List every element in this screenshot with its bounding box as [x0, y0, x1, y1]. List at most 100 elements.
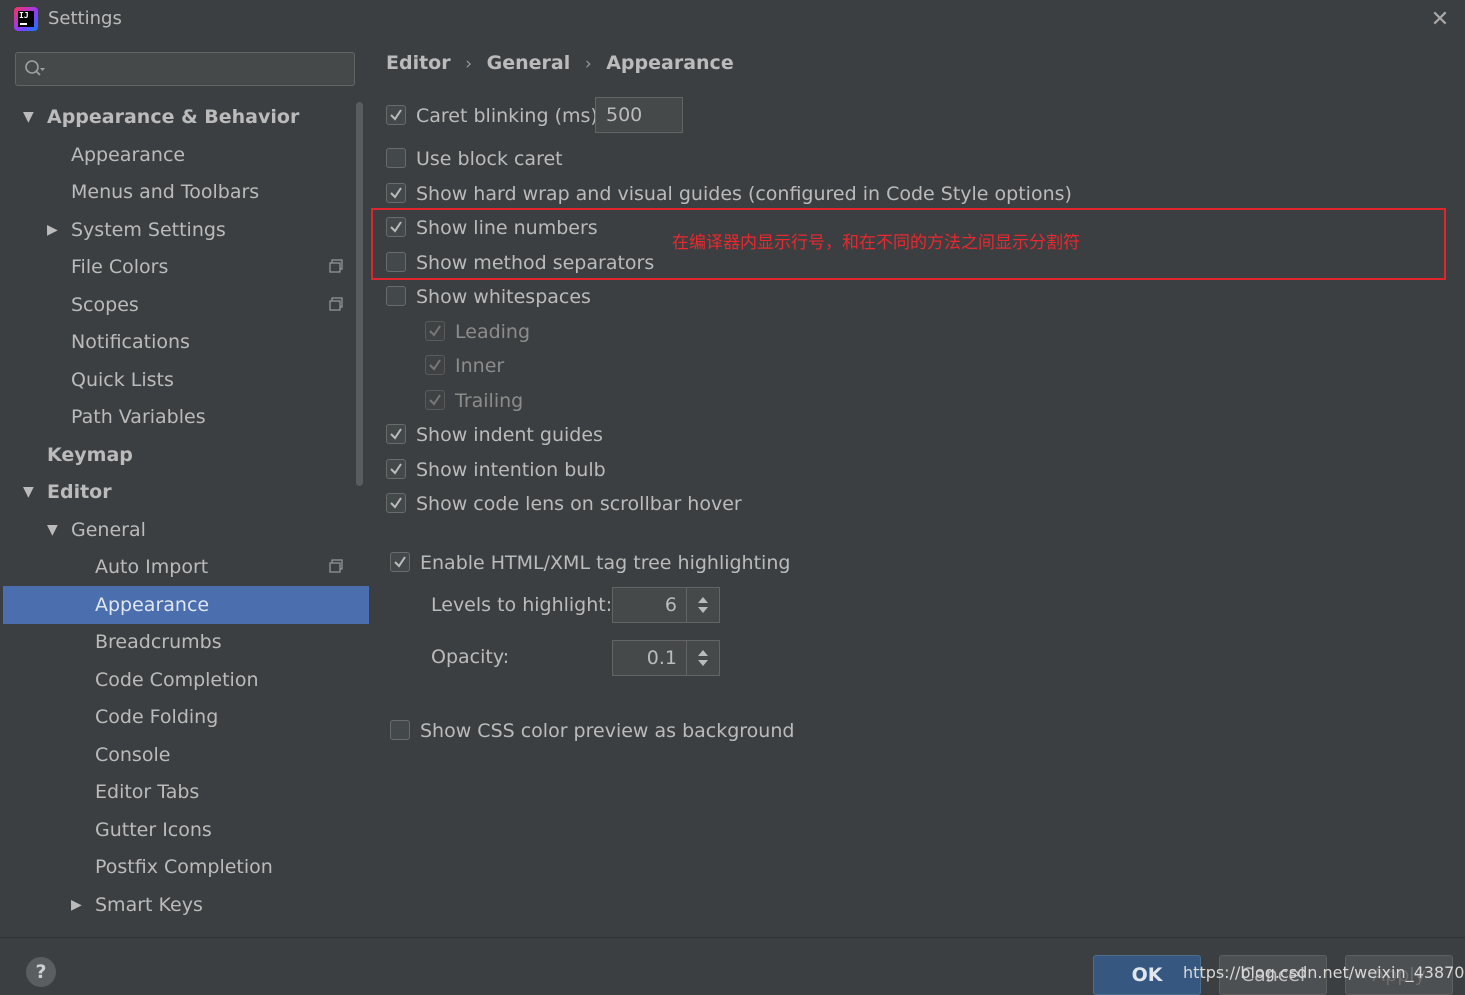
settings-sidebar: ▼ Appearance & Behavior Appearance Menus…: [3, 40, 369, 937]
tree-item-appearance-behavior[interactable]: ▼ Appearance & Behavior: [3, 98, 369, 136]
breadcrumb-item: Editor: [386, 52, 451, 74]
sidebar-scrollbar[interactable]: [356, 102, 363, 486]
block-caret-checkbox[interactable]: [386, 148, 406, 168]
close-icon[interactable]: ✕: [1428, 8, 1452, 32]
tree-item-smart-keys[interactable]: ▶ Smart Keys: [3, 886, 369, 924]
help-button[interactable]: ?: [26, 957, 56, 987]
tree-item-partial[interactable]: F...: [3, 923, 369, 937]
tree-item-label: Code Folding: [95, 706, 219, 728]
tree-item-scopes[interactable]: Scopes: [3, 286, 369, 324]
tree-item-label: Editor: [47, 481, 112, 503]
indent-guides-checkbox[interactable]: [386, 424, 406, 444]
tree-item-auto-import[interactable]: Auto Import: [3, 548, 369, 586]
opacity-spinner[interactable]: 0.1: [612, 640, 720, 676]
dialog-footer: ? OK Cancel Apply https://blog.csdn.net/…: [0, 937, 1465, 995]
intention-bulb-checkbox[interactable]: [386, 459, 406, 479]
css-color-checkbox[interactable]: [390, 720, 410, 740]
opacity-value: 0.1: [646, 647, 677, 669]
tree-item-editor-tabs[interactable]: Editor Tabs: [3, 773, 369, 811]
check-icon: [390, 463, 402, 475]
method-separators-label: Show method separators: [416, 252, 655, 274]
intention-bulb-label: Show intention bulb: [416, 459, 606, 481]
spinner-buttons[interactable]: [686, 641, 719, 675]
tree-item-appearance[interactable]: Appearance: [3, 136, 369, 174]
tree-item-console[interactable]: Console: [3, 736, 369, 774]
check-icon: [390, 109, 402, 121]
chevron-down-icon[interactable]: ▼: [23, 98, 37, 136]
opacity-label: Opacity:: [431, 646, 510, 668]
chevron-down-icon[interactable]: ▼: [23, 473, 37, 511]
css-color-label: Show CSS color preview as background: [420, 720, 795, 742]
levels-value: 6: [664, 594, 677, 616]
code-lens-checkbox[interactable]: [386, 493, 406, 513]
hard-wrap-label: Show hard wrap and visual guides (config…: [416, 183, 1072, 205]
whitespaces-checkbox[interactable]: [386, 286, 406, 306]
chevron-right-icon[interactable]: ▶: [47, 211, 61, 249]
tree-item-gutter-icons[interactable]: Gutter Icons: [3, 811, 369, 849]
tree-item-label: Menus and Toolbars: [71, 181, 260, 203]
search-input[interactable]: [15, 52, 355, 86]
tree-item-label: File Colors: [71, 256, 169, 278]
tag-tree-label: Enable HTML/XML tag tree highlighting: [420, 552, 791, 574]
up-down-arrows-icon: [698, 597, 708, 613]
tree-item-label: Quick Lists: [71, 369, 174, 391]
tree-item-label: Postfix Completion: [95, 856, 273, 878]
caret-blinking-input[interactable]: 500: [595, 97, 683, 133]
tree-item-code-completion[interactable]: Code Completion: [3, 661, 369, 699]
leading-label: Leading: [455, 321, 531, 343]
levels-spinner[interactable]: 6: [612, 587, 720, 623]
intellij-logo-icon: IJ: [14, 7, 38, 31]
caret-blinking-label: Caret blinking (ms):: [416, 105, 605, 127]
tree-item-notifications[interactable]: Notifications: [3, 323, 369, 361]
tree-item-postfix-completion[interactable]: Postfix Completion: [3, 848, 369, 886]
indent-guides-label: Show indent guides: [416, 424, 603, 446]
tree-item-general[interactable]: ▼ General: [3, 511, 369, 549]
method-separators-checkbox[interactable]: [386, 252, 406, 272]
tree-item-quick-lists[interactable]: Quick Lists: [3, 361, 369, 399]
check-icon: [429, 359, 441, 371]
check-icon: [394, 556, 406, 568]
tree-item-label: Console: [95, 744, 171, 766]
tree-item-label: Path Variables: [71, 406, 206, 428]
caret-blinking-checkbox[interactable]: [386, 105, 406, 125]
tree-item-editor-appearance[interactable]: Appearance: [3, 586, 369, 624]
breadcrumb: Editor › General › Appearance: [386, 52, 734, 74]
chevron-down-icon[interactable]: ▼: [47, 511, 61, 549]
tree-item-file-colors[interactable]: File Colors: [3, 248, 369, 286]
leading-checkbox[interactable]: [425, 321, 445, 341]
inner-label: Inner: [455, 355, 505, 377]
check-icon: [390, 497, 402, 509]
project-settings-icon: [329, 297, 343, 311]
watermark-text: https://blog.csdn.net/weixin_43870670: [1183, 963, 1465, 982]
tree-item-code-folding[interactable]: Code Folding: [3, 698, 369, 736]
tree-item-label: Notifications: [71, 331, 190, 353]
line-numbers-checkbox[interactable]: [386, 217, 406, 237]
breadcrumb-item: General: [486, 52, 571, 74]
inner-checkbox[interactable]: [425, 355, 445, 375]
tag-tree-checkbox[interactable]: [390, 552, 410, 572]
tree-item-menus-toolbars[interactable]: Menus and Toolbars: [3, 173, 369, 211]
tree-item-breadcrumbs[interactable]: Breadcrumbs: [3, 623, 369, 661]
tree-item-path-variables[interactable]: Path Variables: [3, 398, 369, 436]
tree-item-label: Auto Import: [95, 556, 209, 578]
project-settings-icon: [329, 559, 343, 573]
spinner-buttons[interactable]: [686, 588, 719, 622]
tree-item-label: Code Completion: [95, 669, 259, 691]
check-icon: [390, 221, 402, 233]
tree-item-label: Keymap: [47, 444, 133, 466]
tree-item-label: Appearance: [95, 594, 210, 616]
tree-item-label: Appearance & Behavior: [47, 106, 300, 128]
chevron-right-icon[interactable]: ▶: [71, 886, 85, 924]
search-icon: [25, 60, 45, 76]
tree-item-label: Breadcrumbs: [95, 631, 222, 653]
tree-item-keymap[interactable]: Keymap: [3, 436, 369, 474]
check-icon: [390, 428, 402, 440]
trailing-checkbox[interactable]: [425, 390, 445, 410]
hard-wrap-checkbox[interactable]: [386, 183, 406, 203]
window-title: Settings: [48, 8, 122, 29]
chevron-right-icon: ›: [584, 54, 592, 74]
up-down-arrows-icon: [698, 650, 708, 666]
tree-item-editor[interactable]: ▼ Editor: [3, 473, 369, 511]
tree-item-system-settings[interactable]: ▶ System Settings: [3, 211, 369, 249]
tree-item-label: Smart Keys: [95, 894, 203, 916]
